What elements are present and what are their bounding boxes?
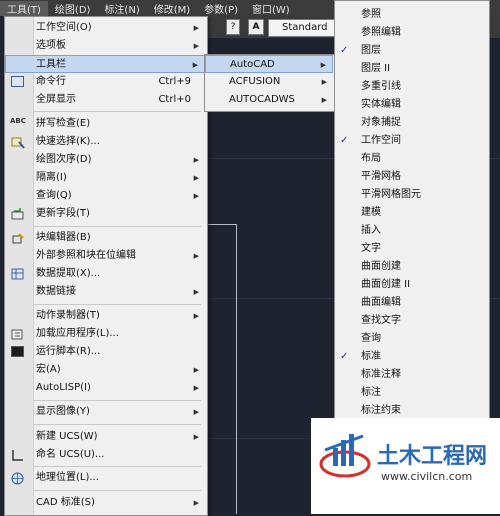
toolbar-option-3[interactable]: 图层 II bbox=[335, 60, 487, 78]
menu-item-fullscreen[interactable]: 全屏显示 Ctrl+0 bbox=[5, 91, 205, 109]
menu-item-load-application[interactable]: 加载应用程序(L)... bbox=[5, 325, 205, 343]
toolbar-option-19[interactable]: ✓ 标准 bbox=[335, 348, 487, 366]
menu-item-isolate[interactable]: 隔离(I) ▶ bbox=[5, 169, 205, 187]
toolbar-option-7[interactable]: ✓ 工作空间 bbox=[335, 132, 487, 150]
toolbar-option-11[interactable]: 建模 bbox=[335, 204, 487, 222]
toolbar-option-label: 图层 II bbox=[361, 63, 391, 74]
menu-window[interactable]: 窗口(W) bbox=[245, 1, 297, 16]
menu-item-update-fields[interactable]: 更新字段(T) bbox=[5, 205, 205, 223]
run-script-icon bbox=[11, 346, 24, 357]
toolbar-option-label: 查找文字 bbox=[361, 315, 401, 326]
data-extraction-icon bbox=[11, 268, 25, 281]
menu-item-palettes[interactable]: 选项板 ▶ bbox=[5, 37, 205, 55]
menu-item-data-extraction[interactable]: 数据提取(X)... bbox=[5, 265, 205, 283]
menu-tools[interactable]: 工具(T) bbox=[0, 0, 48, 16]
toolbar-option-label: 标准注释 bbox=[361, 369, 401, 380]
toolbar-option-15[interactable]: 曲面创建 II bbox=[335, 276, 487, 294]
command-line-icon bbox=[11, 76, 24, 87]
toolbar-option-8[interactable]: 布局 bbox=[335, 150, 487, 168]
menu-dimension[interactable]: 标注(N) bbox=[97, 1, 146, 16]
menu-item-cad-standards[interactable]: CAD 标准(S) ▶ bbox=[5, 494, 205, 512]
toolbar-option-10[interactable]: 平滑网格图元 bbox=[335, 186, 487, 204]
toolbar-option-13[interactable]: 文字 bbox=[335, 240, 487, 258]
menu-item-display-image[interactable]: 显示图像(Y) ▶ bbox=[5, 403, 205, 421]
help-button[interactable]: ? bbox=[226, 19, 240, 35]
menu-item-draw-order[interactable]: 绘图次序(D) ▶ bbox=[5, 151, 205, 169]
toolbar-option-16[interactable]: 曲面编辑 bbox=[335, 294, 487, 312]
text-style-button[interactable]: A bbox=[248, 19, 264, 35]
toolbar-option-14[interactable]: 曲面创建 bbox=[335, 258, 487, 276]
toolbar-option-2[interactable]: ✓ 图层 bbox=[335, 42, 487, 60]
menu-item-inquiry[interactable]: 查询(Q) ▶ bbox=[5, 187, 205, 205]
menu-item-xref-edit[interactable]: 外部参照和块在位编辑 ▶ bbox=[5, 247, 205, 265]
toolbar-option-label: 对象捕捉 bbox=[361, 117, 401, 128]
toolbar-option-label: 标准 bbox=[361, 351, 381, 362]
menu-item-autolisp[interactable]: AutoLISP(I) ▶ bbox=[5, 379, 205, 397]
submenu-item-acfusion[interactable]: ACFUSION ▶ bbox=[205, 73, 333, 91]
block-editor-icon bbox=[11, 232, 25, 245]
toolbar-option-label: 参照 bbox=[361, 9, 381, 20]
menu-item-geographic-location[interactable]: 地理位置(L)... bbox=[5, 469, 205, 487]
toolbar-option-label: 工作空间 bbox=[361, 135, 401, 146]
menu-draw[interactable]: 绘图(D) bbox=[48, 1, 98, 16]
watermark-url: www.civilcn.com bbox=[381, 470, 473, 483]
menu-item-quick-select[interactable]: 快速选择(K)... bbox=[5, 133, 205, 151]
toolbar-option-label: 实体编辑 bbox=[361, 99, 401, 110]
toolbar-option-label: 查询 bbox=[361, 333, 381, 344]
menu-item-data-links[interactable]: 数据链接 ▶ bbox=[5, 283, 205, 301]
toolbar-option-4[interactable]: 多重引线 bbox=[335, 78, 487, 96]
toolbar-option-label: 文字 bbox=[361, 243, 381, 254]
globe-icon bbox=[11, 472, 25, 485]
toolbar-option-label: 布局 bbox=[361, 153, 381, 164]
toolbar-option-1[interactable]: 参照编辑 bbox=[335, 24, 487, 42]
toolbar-option-6[interactable]: 对象捕捉 bbox=[335, 114, 487, 132]
toolbar-option-label: 曲面创建 II bbox=[361, 279, 411, 290]
named-ucs-icon bbox=[11, 449, 25, 462]
toolbar-option-label: 平滑网格 bbox=[361, 171, 401, 182]
toolbar-option-12[interactable]: 插入 bbox=[335, 222, 487, 240]
menu-item-run-script[interactable]: 运行脚本(R)... bbox=[5, 343, 205, 361]
menu-item-macro[interactable]: 宏(A) ▶ bbox=[5, 361, 205, 379]
toolbar-option-5[interactable]: 实体编辑 bbox=[335, 96, 487, 114]
menu-item-action-recorder[interactable]: 动作录制器(T) ▶ bbox=[5, 307, 205, 325]
menu-item-spell-check[interactable]: ABC 拼写检查(E) bbox=[5, 115, 205, 133]
toolbar-option-17[interactable]: 查找文字 bbox=[335, 312, 487, 330]
submenu-item-autocad[interactable]: AutoCAD ▶ bbox=[205, 55, 333, 73]
toolbar-option-label: 标注 bbox=[361, 387, 381, 398]
toolbar-option-9[interactable]: 平滑网格 bbox=[335, 168, 487, 186]
menu-item-toolbars[interactable]: 工具栏 ▶ bbox=[5, 55, 205, 73]
toolbar-option-label: 多重引线 bbox=[361, 81, 401, 92]
toolbar-option-label: 曲面创建 bbox=[361, 261, 401, 272]
menu-item-new-ucs[interactable]: 新建 UCS(W) ▶ bbox=[5, 428, 205, 446]
menu-item-named-ucs[interactable]: 命名 UCS(U)... bbox=[5, 446, 205, 464]
watermark-logo: 土木工程网 www.civilcn.com bbox=[311, 418, 500, 514]
menu-parametric[interactable]: 参数(P) bbox=[197, 1, 245, 16]
spell-check-icon: ABC bbox=[10, 117, 26, 125]
watermark-title: 土木工程网 bbox=[377, 444, 488, 469]
checkmark-icon: ✓ bbox=[340, 351, 349, 362]
quick-select-icon bbox=[11, 136, 25, 149]
toolbar-option-21[interactable]: 标注 bbox=[335, 384, 487, 402]
toolbar-option-18[interactable]: 查询 bbox=[335, 330, 487, 348]
toolbar-option-0[interactable]: 参照 bbox=[335, 6, 487, 24]
checkmark-icon: ✓ bbox=[340, 45, 349, 56]
toolbar-option-label: 建模 bbox=[361, 207, 381, 218]
submenu-item-autocadws[interactable]: AUTOCADWS ▶ bbox=[205, 91, 333, 109]
toolbar-option-20[interactable]: 标准注释 bbox=[335, 366, 487, 384]
menu-item-command-line[interactable]: 命令行 Ctrl+9 bbox=[5, 73, 205, 91]
load-application-icon bbox=[11, 328, 25, 341]
menu-modify[interactable]: 修改(M) bbox=[147, 1, 197, 16]
menu-item-block-editor[interactable]: 块编辑器(B) bbox=[5, 229, 205, 247]
toolbar-option-label: 平滑网格图元 bbox=[361, 189, 421, 200]
toolbar-option-label: 插入 bbox=[361, 225, 381, 236]
toolbar-option-label: 图层 bbox=[361, 45, 381, 56]
menu-item-workspace[interactable]: 工作空间(O) ▶ bbox=[5, 19, 205, 37]
update-fields-icon bbox=[11, 208, 25, 221]
civilcn-logo-icon bbox=[319, 434, 371, 478]
toolbar-option-label: 参照编辑 bbox=[361, 27, 401, 38]
checkmark-icon: ✓ bbox=[340, 135, 349, 146]
toolbar-option-label: 曲面编辑 bbox=[361, 297, 401, 308]
